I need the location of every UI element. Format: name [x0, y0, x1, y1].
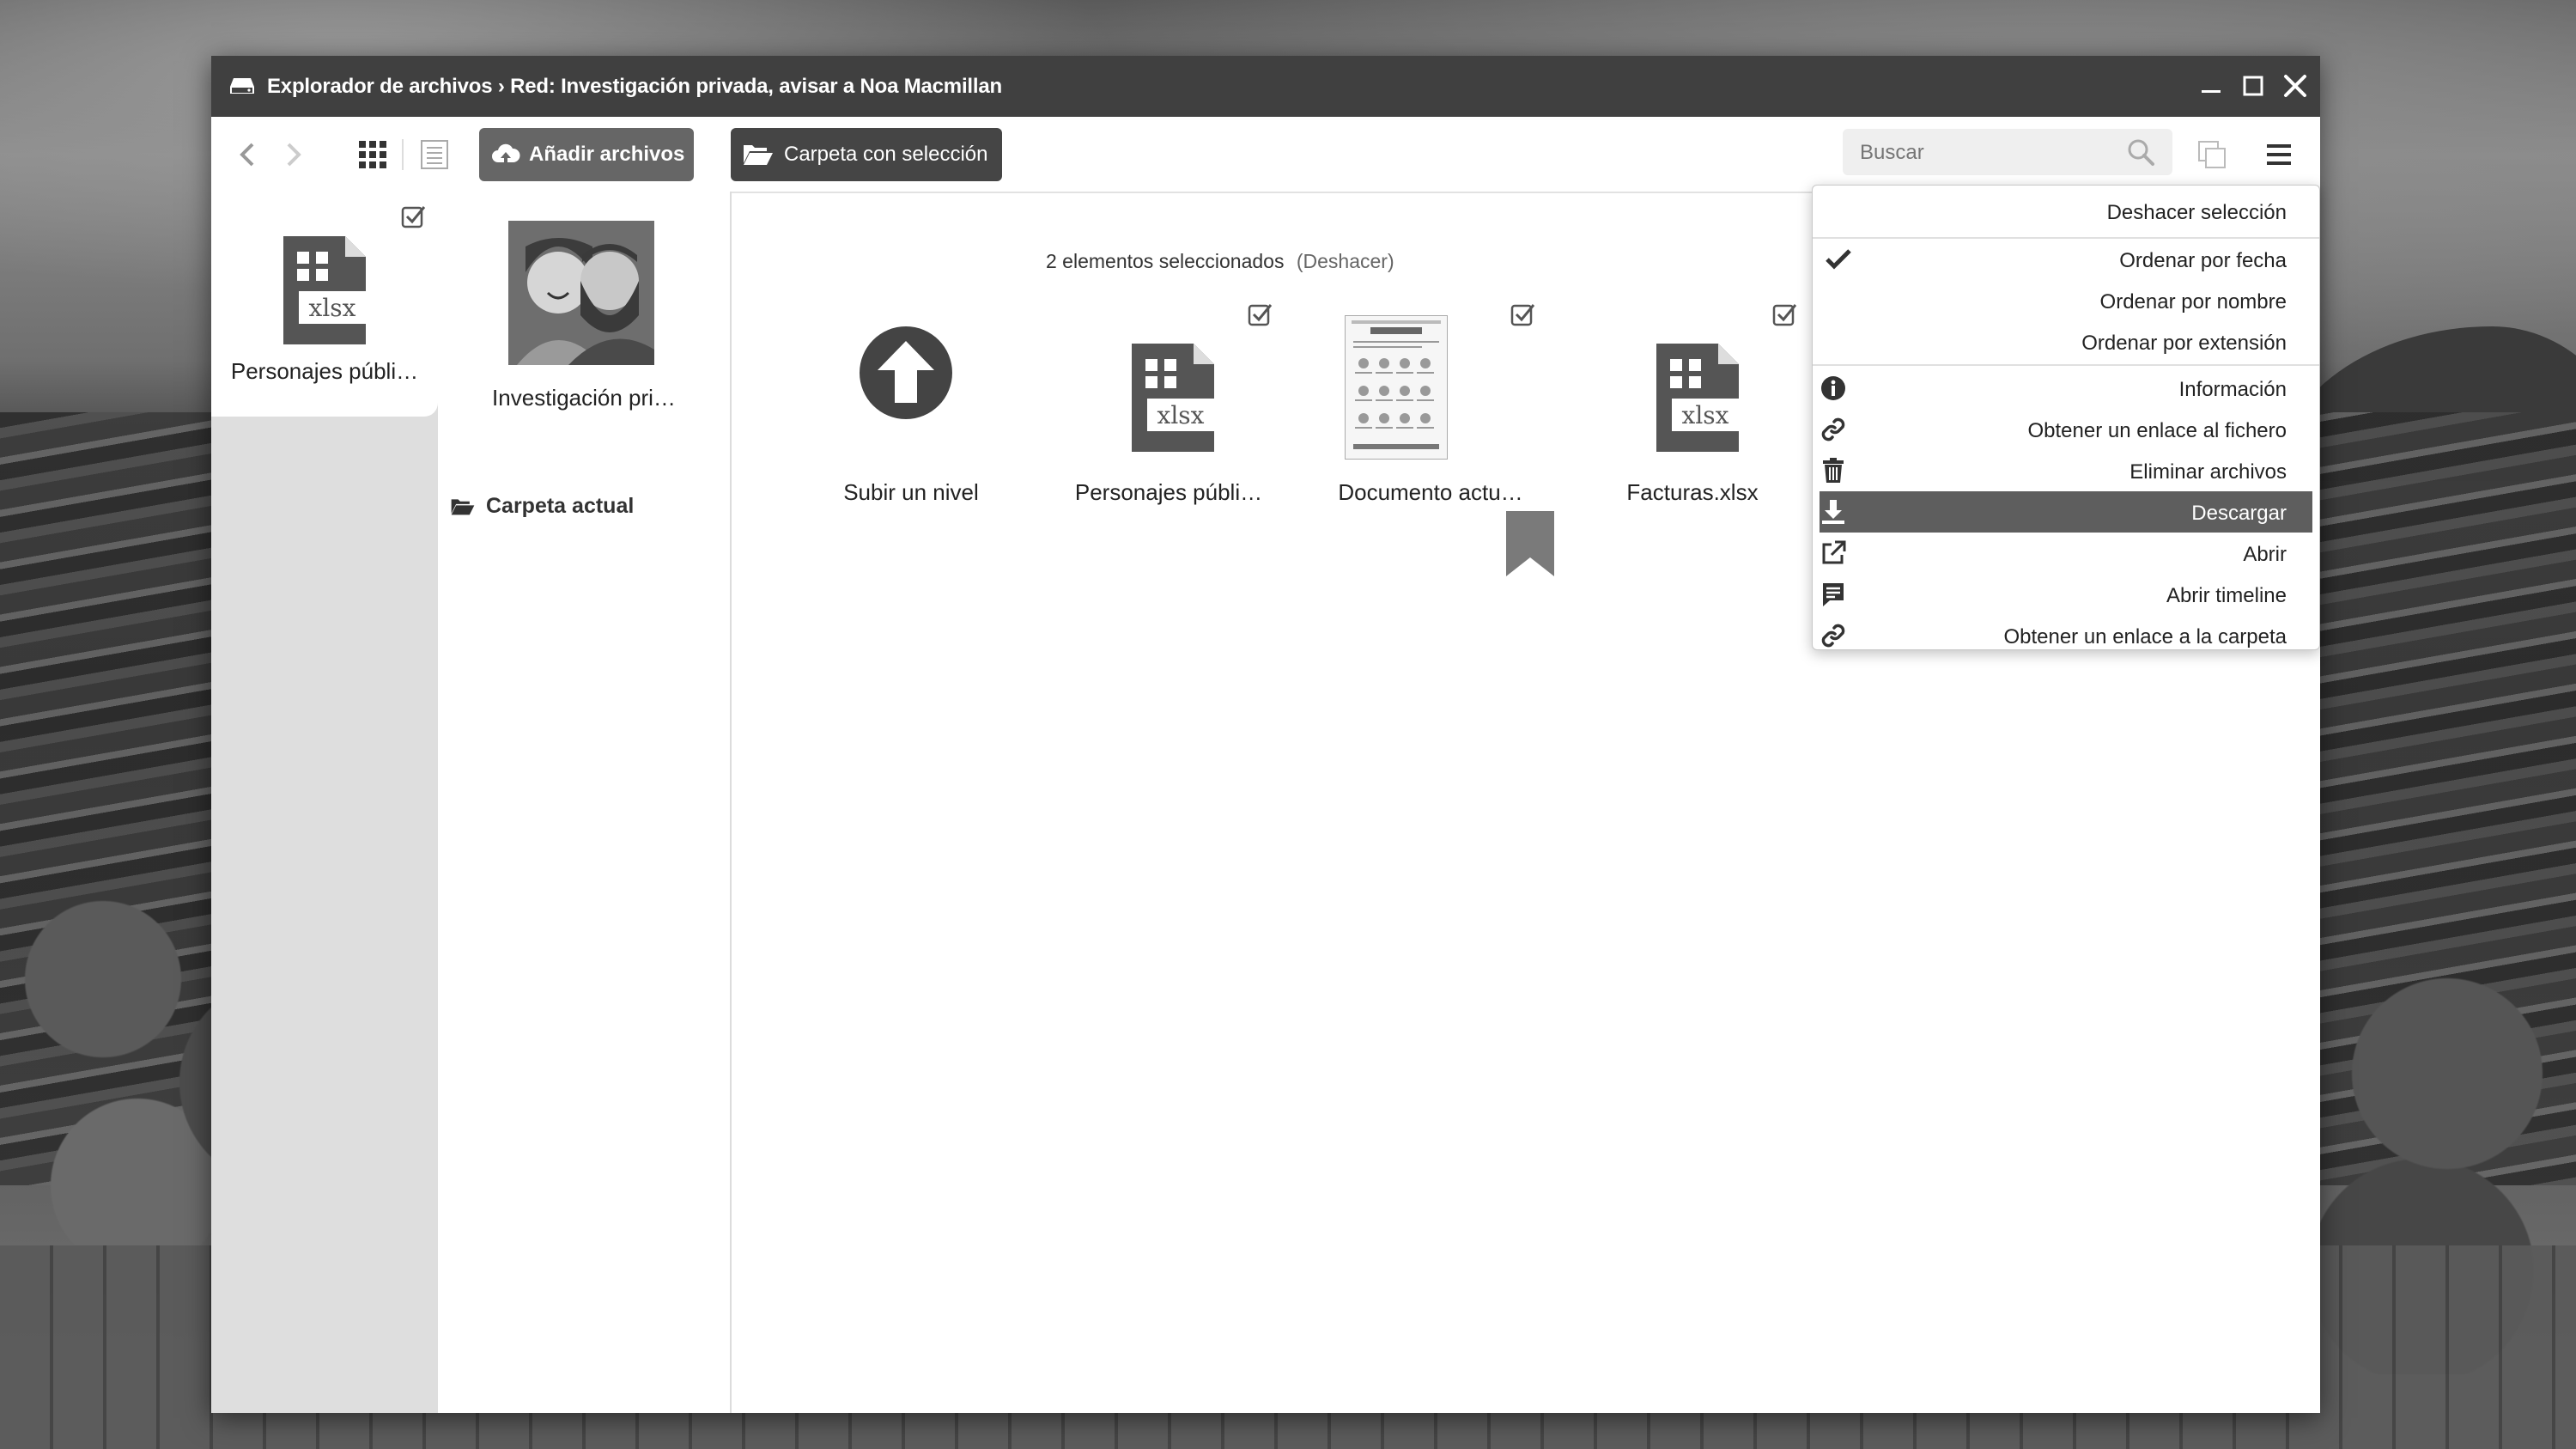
- grid-view-button[interactable]: [355, 137, 390, 172]
- search-icon[interactable]: [2126, 137, 2155, 167]
- menu-divider: [1813, 364, 2319, 366]
- back-button[interactable]: [230, 137, 264, 172]
- menu-item-sort-by-date[interactable]: Ordenar por fecha: [1813, 239, 2319, 280]
- folder-avatar-image: [508, 221, 654, 365]
- title-bar[interactable]: Explorador de archivos › Red: Investigac…: [211, 56, 2320, 117]
- menu-item-label: Ordenar por nombre: [2099, 290, 2287, 314]
- drive-icon: [230, 78, 254, 94]
- up-level-item[interactable]: Subir un nivel: [778, 262, 1044, 520]
- folder-open-icon: [451, 498, 475, 514]
- trash-icon: [1823, 458, 1844, 483]
- xlsx-file-icon: xlsx: [1656, 344, 1739, 452]
- menu-item-open-timeline[interactable]: Abrir timeline: [1813, 574, 2319, 615]
- xlsx-ext-text: xlsx: [1157, 401, 1205, 429]
- options-menu: Deshacer selección Ordenar por fecha Ord…: [1812, 185, 2320, 650]
- menu-item-open[interactable]: Abrir: [1813, 533, 2319, 574]
- timeline-icon: [1823, 583, 1844, 606]
- hamburger-icon: [2267, 144, 2291, 165]
- folder-open-icon: [744, 145, 773, 165]
- forward-button[interactable]: [276, 137, 311, 172]
- chevron-right-icon: [287, 143, 301, 167]
- toolbar: Añadir archivos Carpeta con selección: [211, 117, 2320, 193]
- menu-item-sort-by-extension[interactable]: Ordenar por extensión: [1813, 321, 2319, 362]
- document-preview-image: [1345, 315, 1448, 460]
- menu-item-download[interactable]: Descargar: [1820, 491, 2312, 533]
- menu-item-undo-selection[interactable]: Deshacer selección: [1813, 191, 2319, 232]
- file-item[interactable]: xlsx Personajes públi…: [1036, 262, 1302, 520]
- grid-icon: [359, 141, 386, 168]
- sidebar-selected-file[interactable]: xlsx Personajes públi…: [211, 192, 438, 417]
- menu-item-label: Obtener un enlace a la carpeta: [2003, 625, 2287, 648]
- menu-item-label: Información: [2178, 378, 2287, 401]
- bookmark-icon[interactable]: [1504, 509, 1556, 578]
- checkbox-checked-icon[interactable]: [1510, 301, 1535, 327]
- checkbox-checked-icon[interactable]: [400, 204, 426, 229]
- folder-with-selection-label: Carpeta con selección: [784, 143, 988, 166]
- xlsx-ext-text: xlsx: [309, 294, 356, 322]
- file-explorer-window: Explorador de archivos › Red: Investigac…: [211, 56, 2320, 1413]
- xlsx-ext-text: xlsx: [1682, 401, 1729, 429]
- sidebar-file-name: Personajes públi…: [230, 358, 419, 384]
- menu-item-delete-files[interactable]: Eliminar archivos: [1813, 450, 2319, 491]
- file-name: Documento actu…: [1338, 479, 1523, 505]
- xlsx-file-icon: xlsx: [283, 236, 366, 344]
- chevron-left-icon: [240, 143, 254, 167]
- link-icon: [1821, 417, 1845, 441]
- add-files-label: Añadir archivos: [529, 143, 685, 166]
- checkbox-checked-icon[interactable]: [1247, 301, 1273, 327]
- menu-item-label: Abrir timeline: [2166, 584, 2287, 607]
- list-view-button[interactable]: [417, 137, 452, 172]
- minimize-button[interactable]: [2196, 71, 2226, 100]
- check-icon: [1826, 249, 1851, 270]
- close-button[interactable]: [2281, 71, 2310, 100]
- link-icon: [1821, 624, 1845, 648]
- menu-item-label: Obtener un enlace al fichero: [2027, 419, 2287, 442]
- folder-item[interactable]: Investigación pri…: [438, 192, 730, 432]
- copy-icon: [2198, 141, 2226, 168]
- cloud-upload-icon: [492, 143, 520, 166]
- search-box[interactable]: [1843, 129, 2172, 175]
- menu-item-folder-link[interactable]: Obtener un enlace a la carpeta: [1813, 615, 2319, 656]
- arrow-up-circle-icon: [860, 326, 952, 419]
- toolbar-separator: [402, 139, 404, 170]
- menu-item-file-link[interactable]: Obtener un enlace al fichero: [1813, 409, 2319, 450]
- menu-item-label: Ordenar por extensión: [2081, 332, 2287, 355]
- current-folder-link[interactable]: Carpeta actual: [450, 494, 634, 519]
- checkbox-checked-icon[interactable]: [1771, 301, 1797, 327]
- download-icon: [1822, 500, 1844, 524]
- menu-item-label: Eliminar archivos: [2129, 460, 2287, 484]
- menu-item-label: Deshacer selección: [2106, 201, 2287, 224]
- file-name: Personajes públi…: [1074, 479, 1263, 505]
- file-item[interactable]: xlsx Facturas.xlsx: [1559, 262, 1826, 520]
- folder-with-selection-button[interactable]: Carpeta con selección: [731, 128, 1002, 181]
- maximize-button[interactable]: [2239, 71, 2268, 100]
- current-folder-label: Carpeta actual: [486, 494, 635, 518]
- info-icon: [1821, 376, 1845, 400]
- window-title: Explorador de archivos › Red: Investigac…: [267, 75, 1002, 98]
- xlsx-file-icon: xlsx: [1132, 344, 1214, 452]
- external-link-icon: [1822, 540, 1846, 564]
- sidebar: xlsx Personajes públi…: [211, 192, 438, 1413]
- menu-item-label: Descargar: [2191, 502, 2287, 525]
- menu-item-label: Abrir: [2243, 543, 2287, 566]
- up-level-label: Subir un nivel: [843, 479, 979, 505]
- folder-name: Investigación pri…: [492, 385, 676, 411]
- search-input[interactable]: [1858, 137, 2119, 169]
- add-files-button[interactable]: Añadir archivos: [479, 128, 694, 181]
- list-icon: [421, 140, 448, 169]
- file-name: Facturas.xlsx: [1626, 479, 1759, 505]
- menu-item-sort-by-name[interactable]: Ordenar por nombre: [1813, 280, 2319, 321]
- menu-item-label: Ordenar por fecha: [2119, 249, 2287, 272]
- menu-button[interactable]: [2262, 137, 2296, 172]
- copy-button[interactable]: [2195, 137, 2229, 172]
- menu-item-info[interactable]: Información: [1813, 368, 2319, 409]
- folder-panel: Investigación pri… Carpeta actual: [438, 192, 732, 1413]
